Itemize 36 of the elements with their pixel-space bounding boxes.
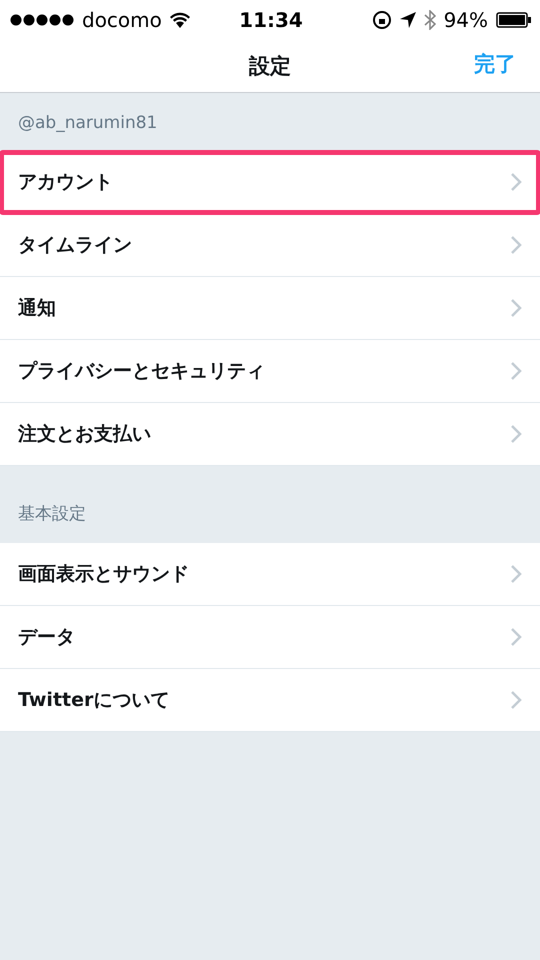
settings-row[interactable]: 画面表示とサウンド — [0, 543, 540, 606]
row-label: データ — [18, 625, 75, 650]
settings-row[interactable]: 通知 — [0, 277, 540, 340]
screen-title: 設定 — [249, 53, 291, 80]
chevron-icon — [510, 298, 522, 318]
settings-row[interactable]: プライバシーとセキュリティ — [0, 340, 540, 403]
rotation-lock-icon — [372, 10, 392, 30]
row-label: 通知 — [18, 296, 56, 321]
location-icon — [400, 12, 416, 28]
row-label: タイムライン — [18, 233, 132, 258]
chevron-icon — [510, 172, 522, 192]
chevron-icon — [510, 235, 522, 255]
battery-icon — [496, 12, 532, 28]
bluetooth-icon — [424, 10, 436, 30]
chevron-icon — [510, 627, 522, 647]
section-header: 基本設定 — [17, 503, 87, 526]
battery-percent: 94% — [444, 8, 488, 32]
chevron-icon — [510, 361, 522, 381]
settings-row[interactable]: 注文とお支払い — [0, 403, 540, 466]
settings-row[interactable]: Twitterについて — [0, 669, 540, 732]
settings-row[interactable]: データ — [0, 606, 540, 669]
row-label: 注文とお支払い — [18, 422, 151, 447]
chevron-icon — [510, 424, 522, 444]
row-label: Twitterについて — [18, 688, 170, 713]
row-label: プライバシーとセキュリティ — [18, 359, 265, 384]
settings-row[interactable]: タイムライン — [0, 214, 540, 277]
carrier-name: docomo — [82, 8, 162, 32]
chevron-icon — [510, 690, 522, 710]
signal-icon — [10, 14, 74, 26]
clock-time: 11:34 — [239, 8, 303, 32]
wifi-icon — [170, 12, 190, 28]
section-header: @ab_narumin81 — [17, 112, 158, 135]
row-label: アカウント — [18, 170, 113, 195]
chevron-icon — [510, 564, 522, 584]
settings-row[interactable]: アカウント — [0, 151, 540, 214]
row-label: 画面表示とサウンド — [18, 562, 189, 587]
